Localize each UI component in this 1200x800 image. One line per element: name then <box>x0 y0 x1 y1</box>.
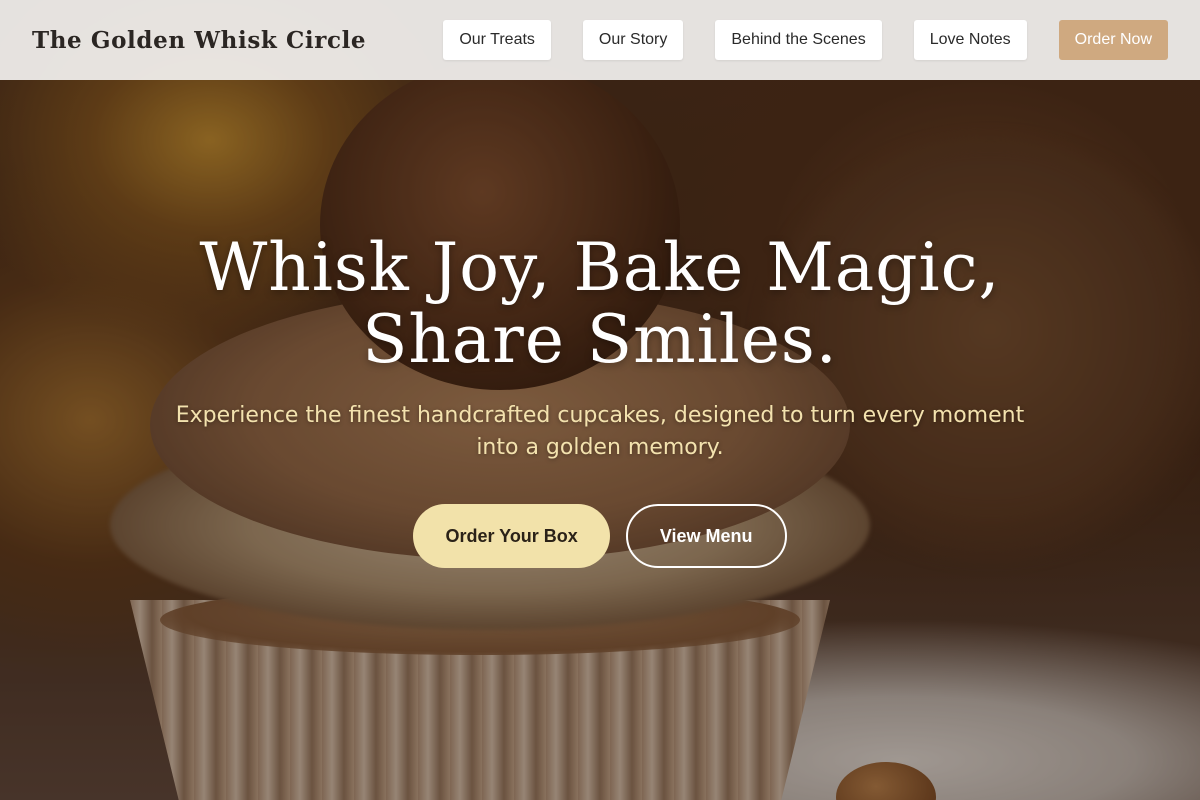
nav-our-story[interactable]: Our Story <box>582 20 684 60</box>
page: The Golden Whisk Circle Our Treats Our S… <box>0 0 1200 800</box>
view-menu-button[interactable]: View Menu <box>625 504 787 568</box>
nav-behind-the-scenes[interactable]: Behind the Scenes <box>715 20 882 60</box>
nav-our-treats[interactable]: Our Treats <box>443 20 551 60</box>
hero-subtitle: Experience the finest handcrafted cupcak… <box>175 403 1025 460</box>
hero-section: Whisk Joy, Bake Magic, Share Smiles. Exp… <box>0 232 1200 568</box>
nav-love-notes[interactable]: Love Notes <box>913 20 1027 60</box>
brand-logo[interactable]: The Golden Whisk Circle <box>32 27 366 54</box>
hero-title: Whisk Joy, Bake Magic, Share Smiles. <box>0 232 1200 376</box>
order-your-box-button[interactable]: Order Your Box <box>413 504 610 568</box>
order-now-button[interactable]: Order Now <box>1058 20 1168 60</box>
hero-title-line-1: Whisk Joy, Bake Magic, <box>199 229 1001 306</box>
hero-button-group: Order Your Box View Menu <box>0 504 1200 568</box>
site-header: The Golden Whisk Circle Our Treats Our S… <box>0 0 1200 80</box>
hero-title-line-2: Share Smiles. <box>362 301 838 378</box>
main-nav: Our Treats Our Story Behind the Scenes L… <box>443 20 1168 60</box>
